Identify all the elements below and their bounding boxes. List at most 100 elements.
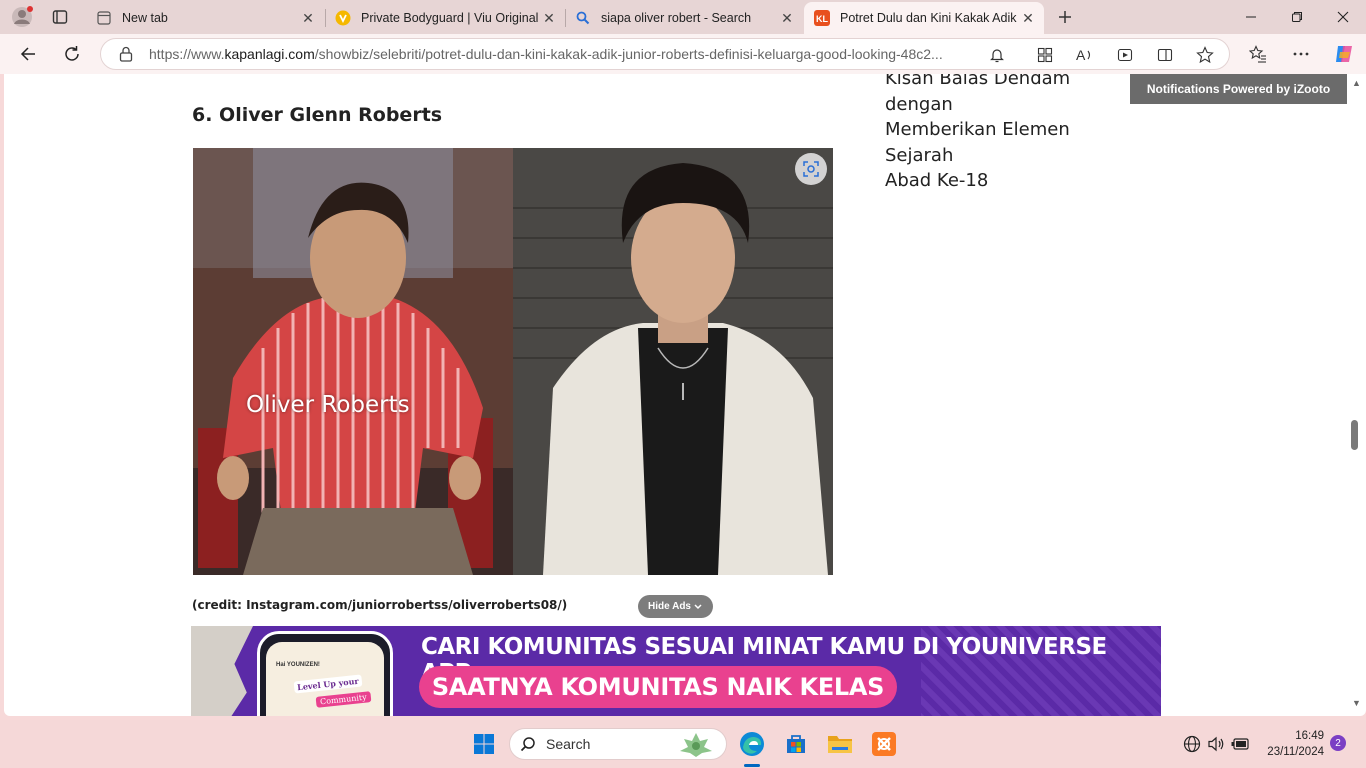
minimize-button[interactable] bbox=[1228, 0, 1274, 34]
taskbar-store[interactable] bbox=[780, 728, 812, 760]
active-app-indicator bbox=[744, 764, 760, 767]
sidebar-text-line: Kisah Balas Dendam dengan bbox=[885, 74, 1071, 115]
more-dots-icon bbox=[1293, 52, 1309, 56]
tab-title: siapa oliver robert - Search bbox=[601, 11, 752, 25]
tab-viu[interactable]: Private Bodyguard | Viu Original ✕ bbox=[325, 2, 565, 34]
notification-prompt[interactable]: Notifications Powered by iZooto bbox=[1130, 74, 1347, 104]
read-aloud-icon[interactable]: A bbox=[1071, 43, 1099, 67]
scroll-up-arrow[interactable]: ▲ bbox=[1352, 78, 1361, 88]
media-icon[interactable] bbox=[1111, 43, 1139, 67]
bell-icon[interactable] bbox=[983, 43, 1011, 67]
minimize-icon bbox=[1246, 16, 1256, 18]
taskbar-file-explorer[interactable] bbox=[824, 728, 856, 760]
tab-title: New tab bbox=[122, 11, 168, 25]
tab-actions-button[interactable] bbox=[46, 4, 74, 30]
back-arrow-icon bbox=[20, 47, 35, 61]
browser-toolbar: https://www.kapanlagi.com/showbiz/selebr… bbox=[0, 34, 1366, 74]
site-info-icon[interactable] bbox=[119, 46, 135, 62]
xampp-icon bbox=[872, 732, 896, 756]
notification-text: Notifications Powered by iZooto bbox=[1146, 82, 1331, 96]
new-tab-button[interactable] bbox=[1051, 4, 1079, 30]
taskbar-edge[interactable] bbox=[736, 728, 768, 760]
article-photo[interactable]: Oliver Roberts bbox=[193, 148, 833, 575]
photo-collage-image bbox=[193, 148, 833, 575]
profile-icon bbox=[12, 6, 33, 27]
address-bar[interactable]: https://www.kapanlagi.com/showbiz/selebr… bbox=[100, 38, 1230, 70]
system-clock[interactable]: 16:49 23/11/2024 bbox=[1258, 728, 1324, 760]
viu-logo-icon bbox=[335, 10, 351, 26]
address-url[interactable]: https://www.kapanlagi.com/showbiz/selebr… bbox=[149, 46, 974, 62]
scrollbar-thumb[interactable] bbox=[1351, 420, 1358, 450]
tab-kapanlagi[interactable]: KL Potret Dulu dan Kini Kakak Adik Ju ✕ bbox=[804, 2, 1044, 34]
taskbar-xampp[interactable] bbox=[868, 728, 900, 760]
clock-time: 16:49 bbox=[1295, 730, 1324, 742]
banner-cta[interactable]: SAATNYA KOMUNITAS NAIK KELAS bbox=[419, 666, 897, 708]
hide-ads-label: Hide Ads bbox=[648, 601, 691, 612]
tab-actions-icon bbox=[52, 10, 68, 24]
apps-icon[interactable] bbox=[1031, 43, 1059, 67]
sidebar-text-line: Memberikan Elemen Sejarah bbox=[885, 119, 1070, 166]
restore-icon bbox=[1292, 12, 1302, 22]
kapanlagi-logo-icon: KL bbox=[814, 10, 830, 26]
tab-title: Private Bodyguard | Viu Original bbox=[361, 11, 539, 25]
tab-title: Potret Dulu dan Kini Kakak Adik Ju bbox=[840, 11, 1020, 25]
notification-center-badge[interactable]: 2 bbox=[1330, 735, 1346, 751]
svg-text:KL: KL bbox=[816, 14, 828, 24]
search-icon bbox=[575, 10, 591, 26]
copilot-icon bbox=[1336, 46, 1352, 62]
sidebar-related-article[interactable]: Kisah Balas Dendam dengan Memberikan Ele… bbox=[885, 74, 1135, 194]
new-tab-page-icon bbox=[96, 10, 112, 26]
plus-icon bbox=[1059, 11, 1071, 23]
close-tab-icon[interactable]: ✕ bbox=[1020, 10, 1036, 26]
page-viewport: Kisah Balas Dendam dengan Memberikan Ele… bbox=[4, 74, 1366, 716]
microsoft-store-icon bbox=[787, 735, 805, 753]
sidebar-text-line: Abad Ke-18 bbox=[885, 170, 989, 191]
hide-ads-button[interactable]: Hide Ads bbox=[638, 595, 713, 618]
phone-greeting: Hai YOUNIZEN! bbox=[276, 662, 320, 668]
tab-search[interactable]: siapa oliver robert - Search ✕ bbox=[565, 2, 803, 34]
phone-headline: Level Up your bbox=[293, 674, 363, 694]
restore-button[interactable] bbox=[1274, 0, 1320, 34]
banner-decoration bbox=[191, 626, 253, 716]
search-label: Search bbox=[546, 736, 591, 752]
tab-strip: New tab ✕ Private Bodyguard | Viu Origin… bbox=[0, 0, 1366, 34]
favorites-button[interactable] bbox=[1242, 38, 1274, 70]
close-tab-icon[interactable]: ✕ bbox=[541, 10, 557, 26]
back-button[interactable] bbox=[12, 38, 44, 70]
banner-phone-image: Hai YOUNIZEN! Level Up your Community bbox=[257, 631, 393, 716]
globe-network-icon[interactable] bbox=[1182, 734, 1202, 754]
close-window-button[interactable] bbox=[1320, 0, 1366, 34]
ad-banner[interactable]: Hai YOUNIZEN! Level Up your Community CA… bbox=[191, 626, 1161, 716]
visual-search-icon bbox=[803, 161, 819, 177]
scroll-down-arrow[interactable]: ▼ bbox=[1352, 698, 1361, 708]
volume-icon[interactable] bbox=[1206, 734, 1226, 754]
edge-browser-icon bbox=[740, 732, 764, 756]
clock-date: 23/11/2024 bbox=[1267, 746, 1324, 758]
search-highlight-icon bbox=[676, 731, 716, 762]
close-tab-icon[interactable]: ✕ bbox=[300, 10, 316, 26]
settings-more-button[interactable] bbox=[1285, 38, 1317, 70]
windows-logo-icon bbox=[474, 734, 494, 754]
refresh-button[interactable] bbox=[56, 38, 88, 70]
folder-icon bbox=[828, 736, 852, 753]
photo-credit: (credit: Instagram.com/juniorrobertss/ol… bbox=[192, 598, 568, 612]
refresh-icon bbox=[65, 46, 79, 61]
profile-avatar[interactable] bbox=[8, 4, 36, 30]
battery-icon[interactable] bbox=[1231, 734, 1251, 754]
svg-text:A: A bbox=[1076, 47, 1086, 63]
photo-overlay-label: Oliver Roberts bbox=[246, 392, 410, 418]
taskbar-search[interactable]: Search bbox=[509, 728, 727, 760]
visual-search-button[interactable] bbox=[795, 153, 827, 185]
favorites-list-icon bbox=[1249, 45, 1266, 63]
search-icon bbox=[520, 736, 536, 752]
split-screen-icon[interactable] bbox=[1151, 43, 1179, 67]
taskbar: Search 16:49 23/11/2024 2 bbox=[0, 720, 1366, 768]
section-heading: 6. Oliver Glenn Roberts bbox=[192, 104, 443, 126]
start-button[interactable] bbox=[468, 728, 500, 760]
copilot-button[interactable] bbox=[1328, 38, 1360, 70]
favorite-star-icon[interactable] bbox=[1191, 43, 1219, 67]
close-tab-icon[interactable]: ✕ bbox=[779, 10, 795, 26]
tab-new-tab[interactable]: New tab ✕ bbox=[86, 2, 324, 34]
phone-headline: Community bbox=[315, 691, 372, 708]
close-icon bbox=[1337, 11, 1349, 23]
